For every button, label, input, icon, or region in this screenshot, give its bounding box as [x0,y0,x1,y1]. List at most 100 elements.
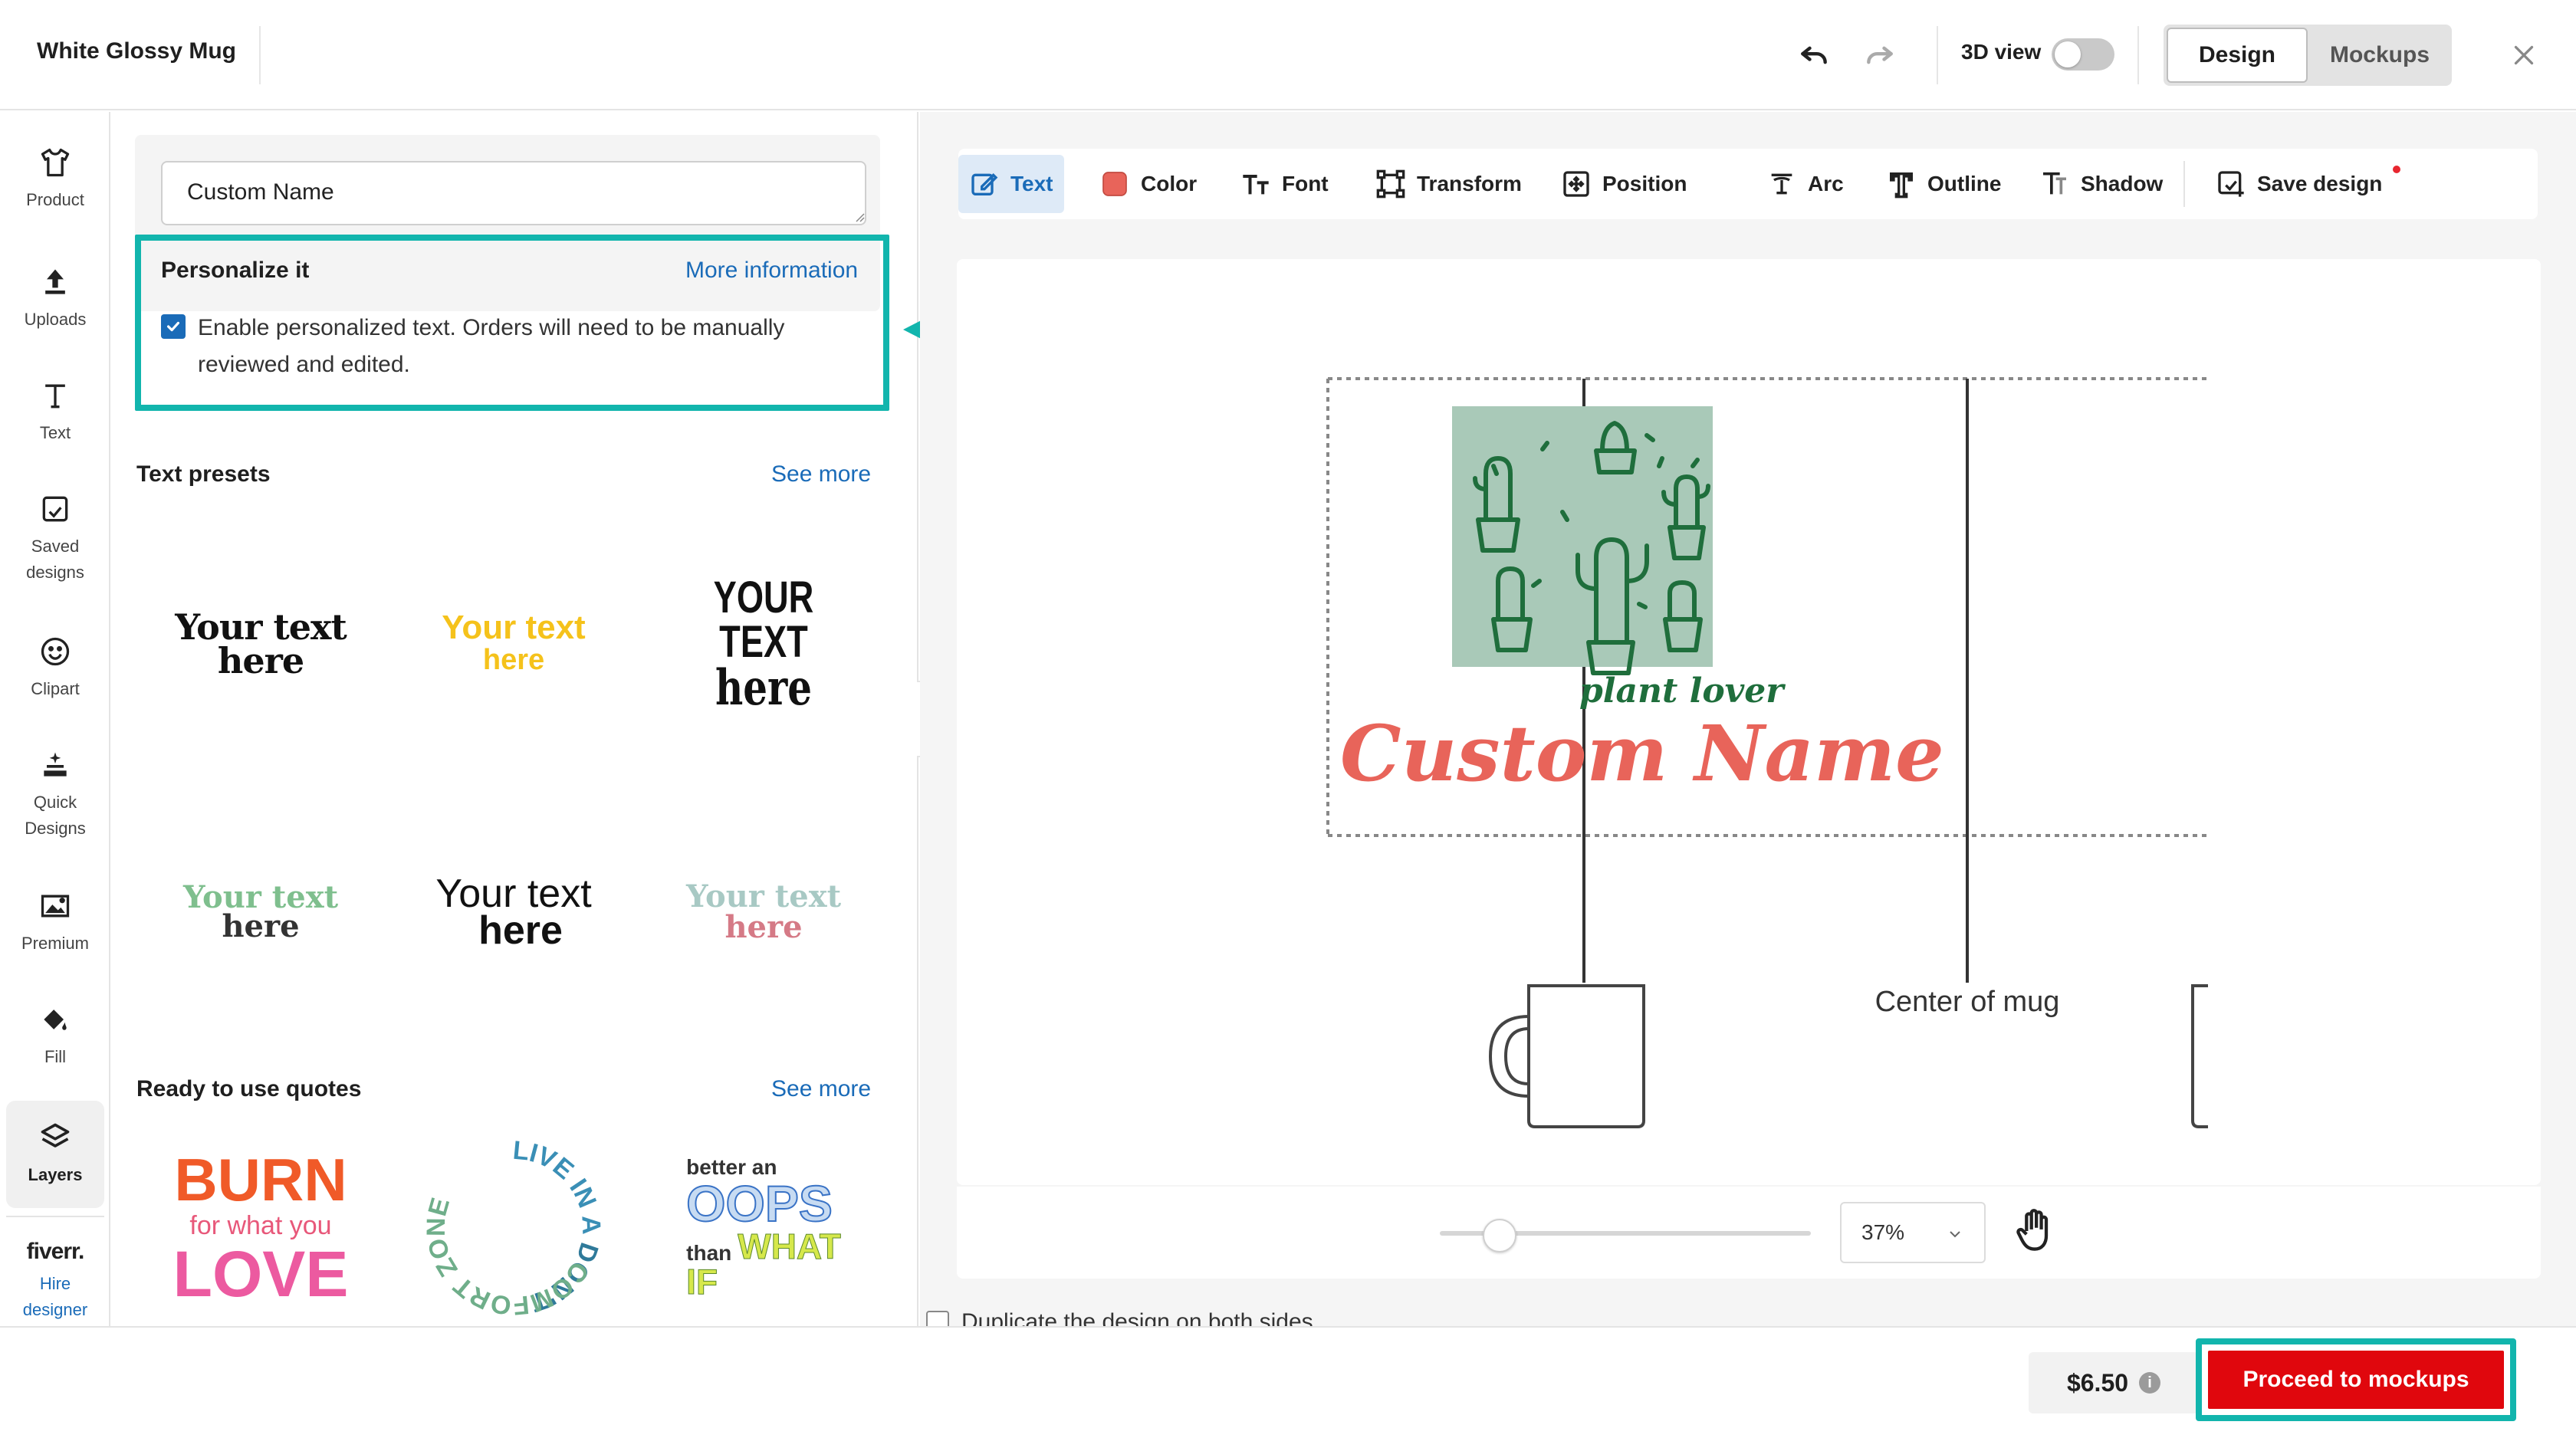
rail-item-product[interactable]: Product [6,146,104,213]
more-information-link[interactable]: More information [685,258,858,284]
color-swatch-icon [1102,172,1127,196]
premium-image-icon [41,895,70,918]
tool-shadow[interactable]: Shadow [2029,155,2174,213]
design-canvas[interactable]: plant lover Custom Name Center of mug [957,259,2541,1185]
notification-dot [2393,166,2401,173]
quote-burn[interactable]: BURN for what you LOVE [146,1136,376,1320]
text-preset-6[interactable]: Your text here [649,820,879,1004]
tool-label: Position [1602,172,1687,195]
quote-oops[interactable]: better an OOPS than WHAT IF [649,1136,879,1320]
left-panel: Custom Name Personalize it More informat… [112,112,918,1326]
rail-item-text[interactable]: Text [6,379,104,446]
tool-font[interactable]: Font [1230,155,1339,213]
pan-hand-icon[interactable] [2015,1208,2055,1254]
preset-line: here [222,908,300,944]
bottom-bar: $6.50 i Proceed to mockups [0,1326,2576,1438]
tool-label: Save design [2257,172,2383,195]
product-title: White Glossy Mug [37,38,237,64]
mug-outline-icon [1488,984,1645,1128]
hire-designer-link[interactable]: Hire designer [6,1271,104,1323]
custom-text-input[interactable]: Custom Name [161,161,866,225]
shadow-icon [2043,172,2066,195]
hire-designer[interactable]: fiverr. Hire designer [6,1216,104,1323]
tool-outline[interactable]: Outline [1875,155,2012,213]
text-preset-2[interactable]: Your text here [399,552,629,736]
position-icon [1563,171,1589,197]
rail-item-fill[interactable]: Fill [6,1003,104,1070]
text-icon [45,384,65,409]
preset-line: here [724,909,803,945]
tool-arc[interactable]: Arc [1756,155,1855,213]
proceed-to-mockups-button[interactable]: Proceed to mockups [2208,1351,2504,1409]
left-rail: Product Uploads Text Saved designs Clipa… [0,112,110,1326]
text-preset-3[interactable]: YOUR TEXT here [649,552,879,736]
zoom-slider-handle[interactable] [1483,1219,1516,1253]
rail-item-label: Quick Designs [25,793,86,838]
preset-line: here [715,659,813,717]
rail-item-premium[interactable]: Premium [6,889,104,957]
rail-item-quick-designs[interactable]: Quick Designs [6,748,104,842]
redo-icon[interactable] [1855,31,1904,80]
rail-item-label: Premium [21,934,89,953]
quote-line: WHAT [738,1226,842,1266]
mode-switch: Design Mockups [2164,25,2452,86]
rail-item-label: Saved designs [26,537,84,582]
center-of-mug-label: Center of mug [1875,986,2060,1018]
preset-line: Your text [175,606,347,648]
smiley-icon [41,637,70,666]
tab-mockups[interactable]: Mockups [2311,28,2449,83]
cactus-artwork[interactable] [1452,406,1713,675]
custom-name-text[interactable]: Custom Name [1340,708,1944,799]
tool-label: Color [1141,172,1198,195]
quotes-see-more[interactable]: See more [771,1076,871,1102]
price-value: $6.50 [2066,1368,2129,1397]
rail-item-saved-designs[interactable]: Saved designs [6,492,104,586]
tool-color[interactable]: Color [1089,155,1208,213]
text-presets-see-more[interactable]: See more [771,461,871,488]
tool-label: Outline [1927,172,2002,195]
rail-item-layers[interactable]: Layers [6,1101,104,1208]
rail-item-uploads[interactable]: Uploads [6,265,104,333]
quote-line: LOVE [172,1238,349,1310]
quotes-title: Ready to use quotes [136,1076,362,1101]
tool-save-design[interactable]: Save design [2205,155,2401,213]
divider [259,26,261,84]
plant-lover-text[interactable]: plant lover [1579,671,1786,711]
toggle-knob [2055,41,2081,67]
layers-icon [41,1123,70,1147]
tool-position[interactable]: Position [1550,155,1697,213]
personalize-title: Personalize it [161,258,310,283]
tool-text[interactable]: Text [958,155,1064,213]
text-preset-1[interactable]: Your text here [146,552,376,736]
proceed-highlight: Proceed to mockups [2196,1338,2516,1421]
tab-design[interactable]: Design [2167,28,2308,83]
quote-comfort-zone[interactable]: LIVE IN A DON'T COMFORT ZONE [399,1136,629,1320]
magic-wand-icon [44,752,67,776]
zoom-bar: 37% [957,1187,2541,1279]
quote-line: than [686,1241,732,1265]
preset-line: here [478,908,563,953]
info-icon[interactable]: i [2139,1372,2161,1394]
personalize-checkbox[interactable] [161,314,186,339]
rail-item-label: Product [26,190,84,209]
tool-transform[interactable]: Transform [1365,155,1533,213]
saved-designs-icon [42,496,68,522]
rail-item-label: Fill [44,1047,67,1066]
quote-arc-text: LIVE IN A [500,1136,606,1257]
mug-outline-back-icon [2191,984,2208,1128]
checkmark-icon [166,321,180,332]
text-presets-title: Text presets [136,461,271,487]
main-area: Text Color Font Transform Position Arc O… [920,112,2576,1326]
quote-line: OOPS [685,1175,833,1232]
tool-label: Text [1010,172,1053,195]
rail-item-clipart[interactable]: Clipart [6,635,104,702]
close-icon[interactable] [2502,34,2545,77]
undo-icon[interactable] [1789,31,1838,80]
save-design-icon [2218,171,2244,197]
circular-quote-graphic: LIVE IN A DON'T COMFORT ZONE [422,1136,606,1320]
view-3d-toggle[interactable] [2052,38,2114,71]
text-preset-5[interactable]: Your text here [399,820,629,1004]
resize-grip-icon[interactable] [854,212,865,222]
text-preset-4[interactable]: Your text here [146,820,376,1004]
zoom-select[interactable]: 37% [1840,1202,1986,1263]
